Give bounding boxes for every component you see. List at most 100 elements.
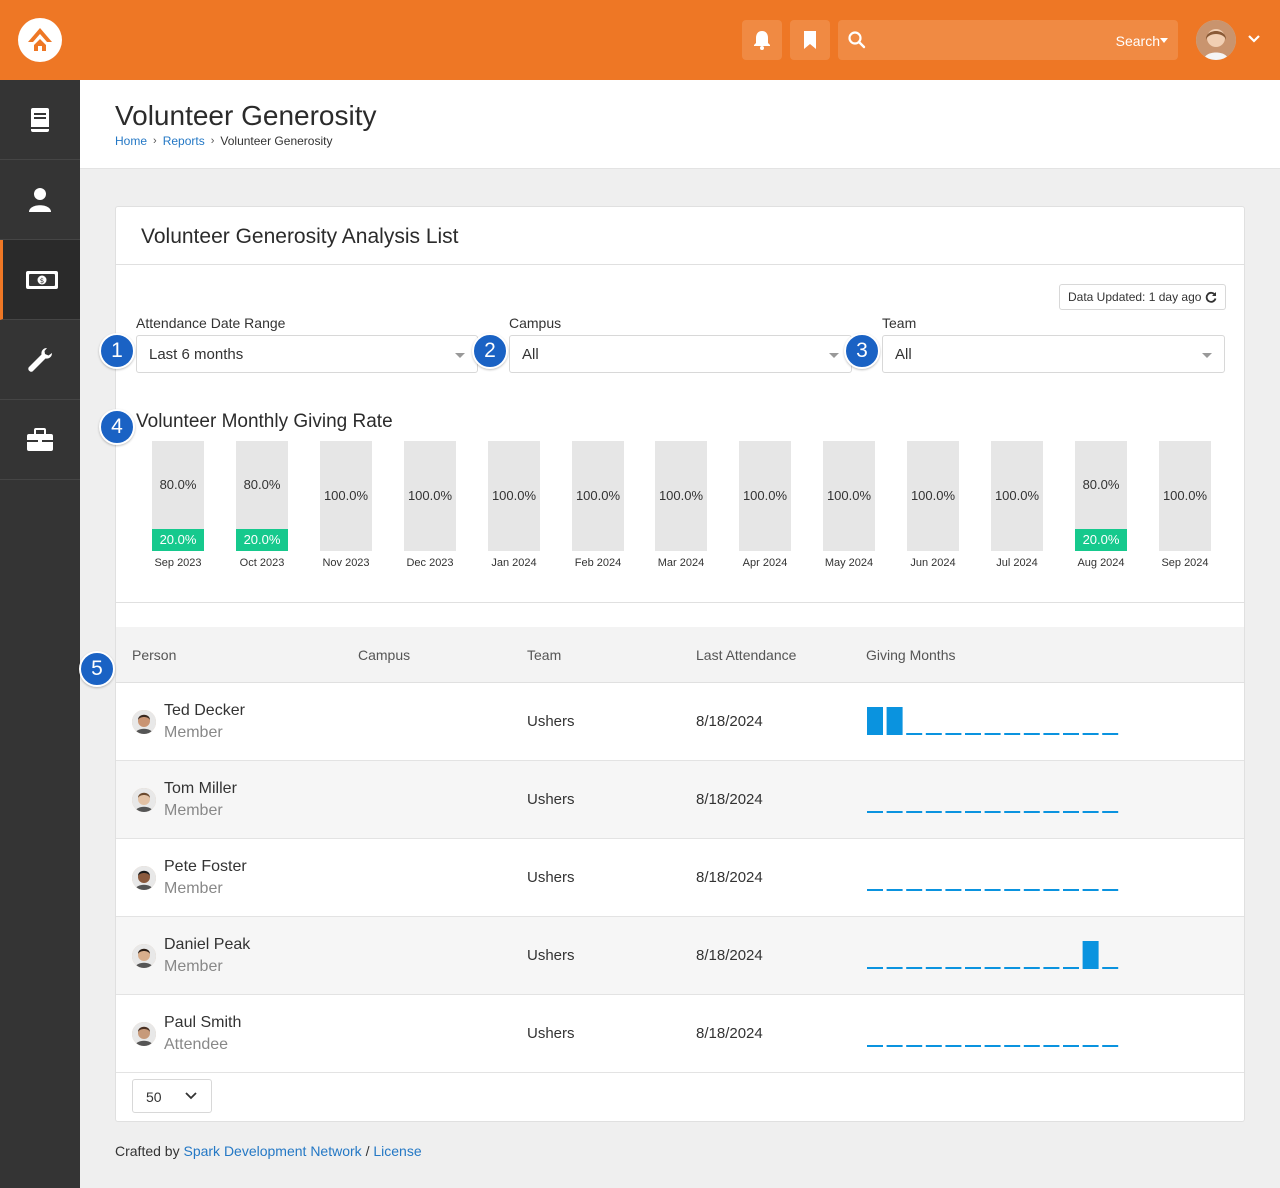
x-tick-label: Sep 2024 xyxy=(1161,557,1209,569)
breadcrumb: Home › Reports › Volunteer Generosity xyxy=(115,134,332,148)
footer-license-link[interactable]: License xyxy=(373,1143,421,1159)
team-label: Team xyxy=(882,315,917,331)
chevron-down-icon xyxy=(185,1092,197,1100)
column-header-campus[interactable]: Campus xyxy=(358,647,410,663)
table-row[interactable]: Pete Foster Member Ushers 8/18/2024 xyxy=(116,839,1244,917)
column-header-last-attendance[interactable]: Last Attendance xyxy=(696,647,796,663)
person-avatar xyxy=(132,788,156,812)
search-input[interactable]: Search xyxy=(838,20,1178,60)
last-attendance-cell: 8/18/2024 xyxy=(696,869,763,886)
chart-bar: 100.0% xyxy=(991,441,1043,551)
non-giving-month-bar xyxy=(906,733,923,735)
team-select[interactable]: All xyxy=(882,335,1225,373)
non-giving-month-bar xyxy=(1043,811,1060,813)
x-tick-label: Dec 2023 xyxy=(406,557,454,569)
date-range-label: Attendance Date Range xyxy=(136,315,286,331)
data-updated-button[interactable]: Data Updated: 1 day ago xyxy=(1059,284,1227,310)
giving-months-sparkline xyxy=(867,707,1119,735)
giving-months-sparkline xyxy=(867,1045,1119,1047)
footer-spark-link[interactable]: Spark Development Network xyxy=(183,1143,361,1159)
non-giving-month-bar xyxy=(945,1045,962,1047)
person-name[interactable]: Pete Foster xyxy=(164,858,247,876)
non-giving-month-bar xyxy=(886,889,903,891)
last-attendance-cell: 8/18/2024 xyxy=(696,1025,763,1042)
person-name[interactable]: Daniel Peak xyxy=(164,936,250,954)
non-giving-month-bar xyxy=(1043,1045,1060,1047)
bar-label-not-giving: 100.0% xyxy=(994,488,1040,503)
bar-label-not-giving: 80.0% xyxy=(159,477,197,492)
last-attendance-cell: 8/18/2024 xyxy=(696,791,763,808)
page-size-select[interactable]: 50 xyxy=(132,1079,212,1113)
table-row[interactable]: Daniel Peak Member Ushers 8/18/2024 xyxy=(116,917,1244,995)
sidebar-item-people[interactable] xyxy=(0,160,80,240)
bar-label-not-giving: 80.0% xyxy=(243,477,281,492)
non-giving-month-bar xyxy=(965,967,981,969)
table-header: Person Campus Team Last Attendance Givin… xyxy=(116,627,1244,683)
sidebar-item-finance[interactable]: $ xyxy=(0,240,80,320)
footer-separator: / xyxy=(365,1143,370,1159)
footer-prefix: Crafted by xyxy=(115,1143,180,1159)
bookmark-icon[interactable] xyxy=(790,20,830,60)
date-range-select[interactable]: Last 6 months xyxy=(136,335,478,373)
non-giving-month-bar xyxy=(925,733,942,735)
x-tick-label: Apr 2024 xyxy=(742,557,788,569)
book-icon xyxy=(31,107,49,132)
sidebar-item-cms[interactable] xyxy=(0,80,80,160)
sidebar-item-tools[interactable] xyxy=(0,320,80,400)
panel-title: Volunteer Generosity Analysis List xyxy=(141,225,459,248)
chevron-right-icon: › xyxy=(153,135,157,147)
breadcrumb-reports[interactable]: Reports xyxy=(163,134,205,148)
team-cell: Ushers xyxy=(527,791,575,808)
non-giving-month-bar xyxy=(886,811,903,813)
x-tick-label: Jan 2024 xyxy=(491,557,537,569)
footer: Crafted by Spark Development Network / L… xyxy=(115,1143,422,1159)
column-header-team[interactable]: Team xyxy=(527,647,561,663)
x-tick-label: May 2024 xyxy=(824,557,874,569)
table-row[interactable]: Tom Miller Member Ushers 8/18/2024 xyxy=(116,761,1244,839)
non-giving-month-bar xyxy=(1023,967,1040,969)
chevron-down-icon[interactable] xyxy=(1246,31,1262,47)
person-name[interactable]: Ted Decker xyxy=(164,702,245,720)
non-giving-month-bar xyxy=(1063,811,1079,813)
non-giving-month-bar xyxy=(906,889,923,891)
top-bar: Search xyxy=(0,0,1280,80)
bar-segment-giving: 20.0% xyxy=(152,529,204,551)
non-giving-month-bar xyxy=(1043,967,1060,969)
breadcrumb-home[interactable]: Home xyxy=(115,134,147,148)
wrench-icon xyxy=(28,347,52,372)
sidebar-item-admin[interactable] xyxy=(0,400,80,480)
person-name[interactable]: Tom Miller xyxy=(164,780,237,798)
column-header-person[interactable]: Person xyxy=(132,647,176,663)
rock-logo-icon[interactable] xyxy=(18,18,62,62)
non-giving-month-bar xyxy=(984,889,1001,891)
person-avatar xyxy=(132,866,156,890)
bar-label-not-giving: 100.0% xyxy=(910,488,956,503)
callout-badge-3: 3 xyxy=(844,333,880,369)
user-avatar[interactable] xyxy=(1196,20,1236,60)
non-giving-month-bar xyxy=(945,889,962,891)
non-giving-month-bar xyxy=(1063,1045,1079,1047)
person-name[interactable]: Paul Smith xyxy=(164,1014,241,1032)
search-scope-label[interactable]: Search xyxy=(1116,33,1160,49)
person-role: Member xyxy=(164,802,223,819)
non-giving-month-bar xyxy=(984,733,1001,735)
table-row[interactable]: Paul Smith Attendee Ushers 8/18/2024 xyxy=(116,995,1244,1073)
x-tick-label: Sep 2023 xyxy=(154,557,202,569)
campus-label: Campus xyxy=(509,315,562,331)
table-row[interactable]: Ted Decker Member Ushers 8/18/2024 xyxy=(116,683,1244,761)
callout-badge-2: 2 xyxy=(472,333,508,369)
team-cell: Ushers xyxy=(527,869,575,886)
non-giving-month-bar xyxy=(984,811,1001,813)
non-giving-month-bar xyxy=(867,967,883,969)
non-giving-month-bar xyxy=(1082,733,1099,735)
non-giving-month-bar xyxy=(906,1045,923,1047)
non-giving-month-bar xyxy=(925,889,942,891)
notifications-bell-icon[interactable] xyxy=(742,20,782,60)
bar-label-not-giving: 100.0% xyxy=(826,488,872,503)
non-giving-month-bar xyxy=(965,811,981,813)
giving-rate-chart: 80.0% 20.0% Sep 2023 80.0% 20.0% Oct 2023 100.… xyxy=(116,441,1244,577)
non-giving-month-bar xyxy=(867,1045,883,1047)
campus-select[interactable]: All xyxy=(509,335,852,373)
money-icon: $ xyxy=(25,270,58,289)
non-giving-month-bar xyxy=(965,889,981,891)
